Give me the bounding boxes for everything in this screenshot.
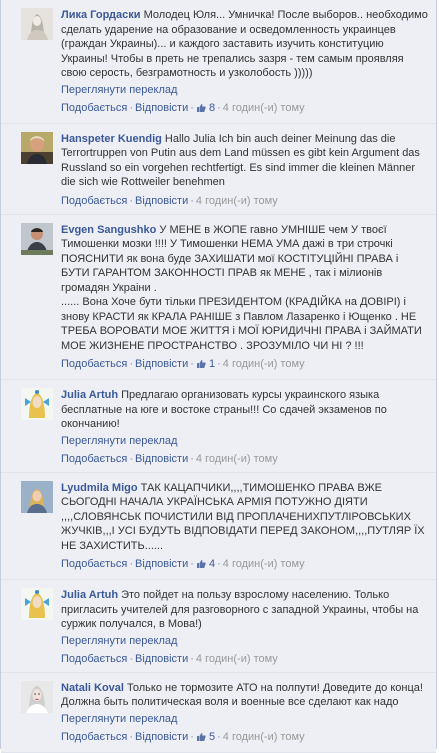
comment-body: Hanspeter Kuendig Hallo Julia Ich bin au…: [61, 132, 428, 190]
thumbs-up-icon: [196, 732, 206, 746]
see-translation-link[interactable]: Переглянути переклад: [61, 434, 428, 448]
comment-item: Julia Artuh Предлагаю организовать курсы…: [1, 380, 436, 473]
comments-panel: Лика Гордаски Молодец Юля... Умничка! По…: [0, 0, 437, 753]
see-translation-link[interactable]: Переглянути переклад: [61, 634, 428, 648]
separator: ·: [217, 101, 221, 114]
separator: ·: [190, 558, 194, 570]
avatar[interactable]: [21, 588, 53, 620]
separator: ·: [190, 101, 194, 114]
like-link[interactable]: Подобається: [61, 358, 127, 370]
like-count[interactable]: 8: [196, 102, 215, 114]
comment-list: Лика Гордаски Молодец Юля... Умничка! По…: [1, 0, 436, 753]
reply-link[interactable]: Відповісти: [135, 102, 188, 114]
like-link[interactable]: Подобається: [61, 195, 127, 207]
comment-item: Julia Artuh Это пойдет на пользу взросло…: [1, 580, 436, 673]
avatar[interactable]: [21, 680, 53, 713]
comment-body: Лика Гордаски Молодец Юля... Умничка! По…: [61, 8, 428, 81]
comment-timestamp[interactable]: 4 годин(-и) тому: [196, 195, 278, 207]
comment-actions: Подобається · Відповісти · 4 годин(-и) тому: [61, 652, 428, 666]
like-count[interactable]: 1: [196, 358, 215, 370]
separator: ·: [217, 730, 221, 743]
comment-timestamp[interactable]: 4 годин(-и) тому: [196, 453, 278, 465]
separator: ·: [190, 194, 194, 207]
comment-text: У МЕНЕ в ЖОПЕ гавно УМНІШЕ чем У твоєї Т…: [61, 223, 422, 352]
comment-timestamp[interactable]: 4 годин(-и) тому: [223, 558, 305, 570]
separator: ·: [129, 194, 133, 207]
comment-author-link[interactable]: Evgen Sangushko: [61, 224, 156, 236]
separator: ·: [129, 452, 133, 465]
comment-body: Natali Koval Только не тормозите АТО на …: [61, 681, 428, 710]
avatar[interactable]: [21, 8, 53, 40]
comment-actions: Подобається · Відповісти · 8 · 4 годин(-и) то…: [61, 101, 428, 117]
separator: ·: [190, 730, 194, 743]
comment-timestamp[interactable]: 4 годин(-и) тому: [223, 358, 305, 370]
thumbs-up-icon: [196, 359, 206, 373]
thumbs-up-icon: [196, 559, 206, 573]
separator: ·: [190, 358, 194, 370]
separator: ·: [190, 452, 194, 465]
comment-author-link[interactable]: Lyudmila Migo: [61, 482, 138, 494]
thumbs-up-icon: [196, 103, 206, 117]
reply-link[interactable]: Відповісти: [135, 358, 188, 370]
like-count[interactable]: 4: [196, 558, 215, 570]
comment-actions: Подобається · Відповісти · 4 годин(-и) тому: [61, 194, 428, 208]
separator: ·: [129, 652, 133, 665]
comment-item: Natali Koval Только не тормозите АТО на …: [1, 672, 436, 753]
see-translation-link[interactable]: Переглянути переклад: [61, 83, 428, 97]
avatar[interactable]: [21, 131, 53, 164]
reply-link[interactable]: Відповісти: [135, 558, 188, 570]
comment-author-link[interactable]: Julia Artuh: [61, 589, 118, 601]
comment-body: Julia Artuh Это пойдет на пользу взросло…: [61, 588, 428, 632]
comment-author-link[interactable]: Лика Гордаски: [61, 9, 141, 21]
comment-actions: Подобається · Відповісти · 4 · 4 годин(-и) то…: [61, 557, 428, 573]
like-link[interactable]: Подобається: [61, 102, 127, 114]
separator: ·: [217, 558, 221, 570]
separator: ·: [217, 358, 221, 370]
separator: ·: [190, 652, 194, 665]
like-link[interactable]: Подобається: [61, 558, 127, 570]
separator: ·: [129, 730, 133, 743]
comment-timestamp[interactable]: 4 годин(-и) тому: [196, 653, 278, 665]
comment-body: Evgen Sangushko У МЕНЕ в ЖОПЕ гавно УМНІ…: [61, 223, 428, 354]
like-link[interactable]: Подобається: [61, 731, 127, 743]
separator: ·: [129, 101, 133, 114]
comment-timestamp[interactable]: 4 годин(-и) тому: [223, 731, 305, 743]
comment-actions: Подобається · Відповісти · 5 · 4 годин(-и) то…: [61, 730, 428, 746]
separator: ·: [129, 558, 133, 570]
reply-link[interactable]: Відповісти: [135, 731, 188, 743]
comment-timestamp[interactable]: 4 годин(-и) тому: [223, 102, 305, 114]
like-link[interactable]: Подобається: [61, 653, 127, 665]
comment-item: Hanspeter Kuendig Hallo Julia Ich bin au…: [1, 123, 436, 215]
comment-author-link[interactable]: Hanspeter Kuendig: [61, 133, 162, 145]
avatar[interactable]: [21, 388, 53, 420]
like-link[interactable]: Подобається: [61, 453, 127, 465]
comment-actions: Подобається · Відповісти · 4 годин(-и) тому: [61, 452, 428, 466]
comment-actions: Подобається · Відповісти · 1 · 4 годин(-и) то…: [61, 357, 428, 373]
avatar[interactable]: [21, 222, 53, 255]
reply-link[interactable]: Відповісти: [135, 653, 188, 665]
separator: ·: [129, 358, 133, 370]
comment-author-link[interactable]: Julia Artuh: [61, 389, 118, 401]
comment-body: Lyudmila Migo ТАК КАЦАПЧИКИ,,,,ТИМОШЕНКО…: [61, 481, 428, 554]
comment-item: Лика Гордаски Молодец Юля... Умничка! По…: [1, 0, 436, 124]
comment-author-link[interactable]: Natali Koval: [61, 682, 124, 694]
comment-body: Julia Artuh Предлагаю организовать курсы…: [61, 388, 428, 432]
see-translation-link[interactable]: Переглянути переклад: [61, 712, 428, 726]
comment-item: Lyudmila Migo ТАК КАЦАПЧИКИ,,,,ТИМОШЕНКО…: [1, 472, 436, 580]
avatar[interactable]: [21, 480, 53, 513]
reply-link[interactable]: Відповісти: [135, 195, 188, 207]
comment-item: Evgen Sangushko У МЕНЕ в ЖОПЕ гавно УМНІ…: [1, 214, 436, 380]
like-count[interactable]: 5: [196, 731, 215, 743]
reply-link[interactable]: Відповісти: [135, 453, 188, 465]
